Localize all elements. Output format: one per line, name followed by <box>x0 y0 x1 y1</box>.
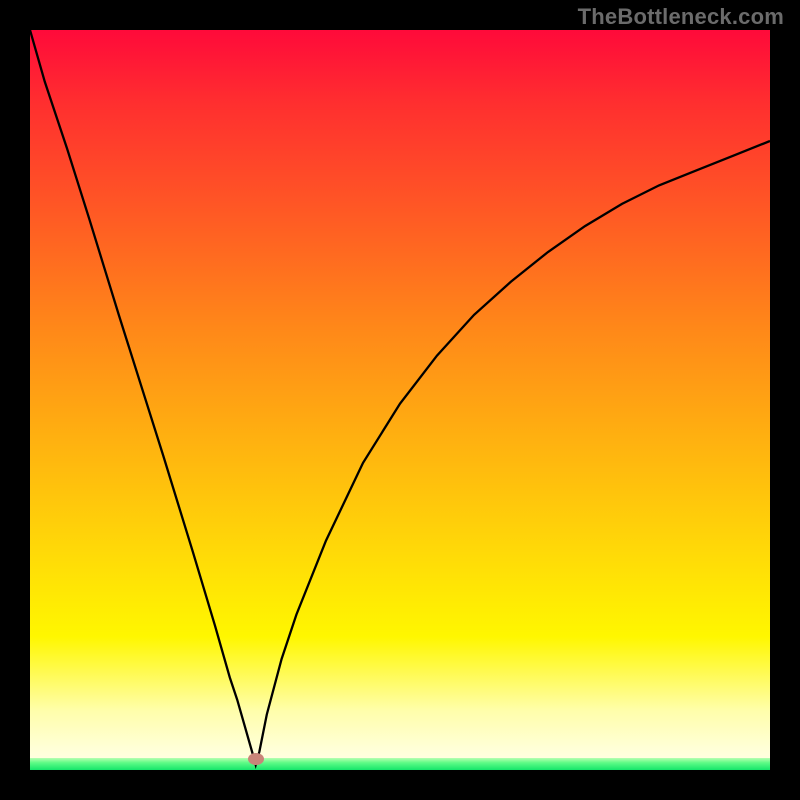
optimal-marker <box>248 753 264 765</box>
curve-path <box>30 30 770 765</box>
plot-area <box>30 30 770 770</box>
bottleneck-curve <box>30 30 770 770</box>
watermark-text: TheBottleneck.com <box>578 4 784 30</box>
chart-frame: TheBottleneck.com <box>0 0 800 800</box>
